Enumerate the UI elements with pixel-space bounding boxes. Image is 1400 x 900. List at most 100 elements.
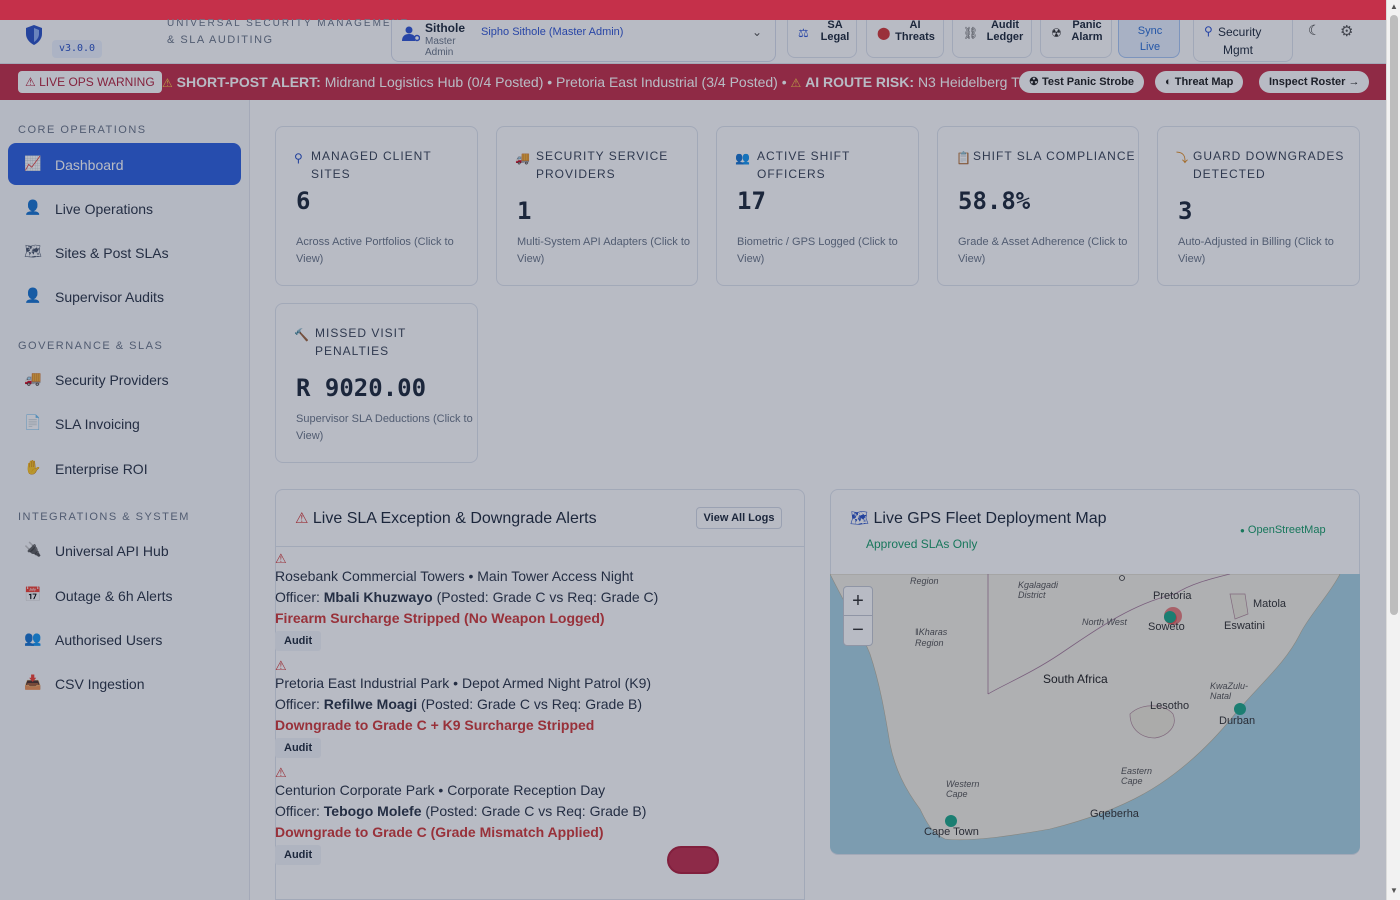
map-source-label: ● OpenStreetMap (1240, 524, 1326, 536)
map-label: KwaZulu-Natal (1210, 681, 1249, 701)
sidebar-item-csv-ingestion[interactable]: 📥 CSV Ingestion (8, 662, 241, 704)
alert-officer-line: Officer: Tebogo Molefe (Posted: Grade C … (275, 803, 647, 819)
inspect-roster-button[interactable]: Inspect Roster → (1259, 71, 1370, 93)
sidebar-item-label: Live Operations (55, 201, 154, 217)
card-value: 17 (737, 187, 766, 215)
card-value: 58.8% (958, 187, 1031, 215)
alerts-panel-title: ⚠ Live SLA Exception & Downgrade Alerts (295, 510, 597, 527)
threat-map-label: Threat Map (1174, 76, 1234, 88)
sidebar-item-api-hub[interactable]: 🔌 Universal API Hub (8, 529, 241, 571)
alert-issue: Firearm Surcharge Stripped (No Weapon Lo… (275, 610, 605, 626)
card-note: Multi-System API Adapters (Click to View… (517, 236, 690, 265)
gear-icon[interactable]: ⚙ (1340, 22, 1353, 40)
location-pin-icon: ⚲ (1204, 24, 1213, 38)
sync-live-button[interactable]: Sync Live (1118, 20, 1180, 58)
card-value: 6 (296, 187, 311, 215)
file-import-icon: 📥 (24, 674, 42, 690)
ai-threats-label: AI Threats (895, 19, 935, 43)
brand-line-2: & SLA AUDITING (167, 34, 274, 46)
map-zoom-control: + − (843, 586, 873, 646)
map-label: Durban (1219, 715, 1256, 727)
calendar-alert-icon: 📅 (24, 586, 42, 602)
sidebar-item-enterprise-roi[interactable]: ✋ Enterprise ROI (8, 447, 241, 489)
truck-icon: 🚚 (24, 370, 42, 386)
live-ops-banner: ⚠ LIVE OPS WARNING ⚠ SHORT-POST ALERT: M… (0, 64, 1386, 100)
globe-icon: ◐ (1165, 76, 1172, 88)
clipboard-check-icon: 📋 (956, 151, 972, 165)
map-label: North West (1082, 617, 1127, 627)
audit-button[interactable]: Audit (275, 738, 322, 758)
security-mgmt-button[interactable]: ⚲ Security Mgmt (1193, 20, 1293, 62)
map-label: Eswatini (1224, 620, 1265, 632)
vertical-scrollbar[interactable]: ▲ ▼ (1386, 0, 1400, 900)
map-icon: 🗺 (850, 510, 870, 527)
map-label: ǁKharas Region (915, 627, 948, 648)
alert-ticker: ⚠ SHORT-POST ALERT: Midrand Logistics Hu… (162, 74, 1085, 90)
panel-divider (276, 546, 804, 547)
threat-map-button[interactable]: ◐ Threat Map (1155, 71, 1244, 93)
users-icon: 👥 (24, 630, 42, 646)
card-title: ⚲ MANAGED CLIENT SITES (294, 149, 432, 181)
status-dot-icon: ● (1240, 526, 1245, 535)
sidebar-item-label: CSV Ingestion (55, 676, 145, 692)
card-title: 👥 ACTIVE SHIFT OFFICERS (735, 149, 851, 181)
card-missed-visit-penalties[interactable]: 🔨 MISSED VISIT PENALTIES R 9020.00 Super… (275, 303, 478, 463)
scrollbar-thumb[interactable] (1390, 15, 1398, 615)
view-all-logs-button[interactable]: View All Logs (696, 507, 782, 529)
card-title: 🚚 SECURITY SERVICE PROVIDERS (515, 149, 669, 181)
map-label: Western Cape (946, 779, 980, 799)
sidebar-item-outage-alerts[interactable]: 📅 Outage & 6h Alerts (8, 574, 241, 616)
audit-button[interactable]: Audit (275, 631, 322, 651)
warning-icon: ⚠ (275, 765, 287, 780)
scales-icon: ⚖ (798, 26, 809, 40)
sidebar-item-security-providers[interactable]: 🚚 Security Providers (8, 358, 241, 400)
user-switcher[interactable]: Sithole Master Admin Sipho Sithole (Mast… (391, 20, 776, 62)
sa-legal-button[interactable]: ⚖ SA Legal (787, 19, 857, 58)
map-label: Lesotho (1150, 700, 1190, 712)
zoom-in-button[interactable]: + (844, 587, 872, 616)
test-panic-strobe-button[interactable]: ☢ Test Panic Strobe (1019, 71, 1145, 93)
arrow-down-icon: ⤵ (1176, 151, 1190, 165)
scroll-up-arrow-icon[interactable]: ▲ (1390, 2, 1398, 11)
moon-icon[interactable]: ☾ (1308, 22, 1321, 39)
sidebar-item-live-operations[interactable]: 👤 Live Operations (8, 187, 241, 229)
floating-action-button[interactable] (667, 846, 719, 874)
audit-button[interactable]: Audit (275, 845, 322, 865)
panic-alarm-button[interactable]: ☢ Panic Alarm (1040, 19, 1112, 58)
alert-officer-line: Officer: Refilwe Moagi (Posted: Grade C … (275, 696, 642, 712)
sidebar-item-sla-invoicing[interactable]: 📄 SLA Invoicing (8, 402, 241, 444)
scroll-down-arrow-icon[interactable]: ▼ (1390, 886, 1398, 895)
card-security-service-providers[interactable]: 🚚 SECURITY SERVICE PROVIDERS 1 Multi-Sys… (496, 126, 698, 286)
alert-issue: Downgrade to Grade C (Grade Mismatch App… (275, 824, 604, 840)
sidebar-item-sites[interactable]: 🗺 Sites & Post SLAs (8, 231, 241, 273)
sa-legal-label: SA Legal (820, 19, 850, 43)
card-title: ⤵ GUARD DOWNGRADES DETECTED (1176, 149, 1345, 181)
security-mgmt-label: Security Mgmt (1218, 25, 1262, 57)
link-icon: ⛓ (963, 26, 979, 40)
live-ops-badge: ⚠ LIVE OPS WARNING (18, 71, 162, 93)
ai-threats-button[interactable]: ⬤ AI Threats (866, 19, 944, 58)
card-managed-client-sites[interactable]: ⚲ MANAGED CLIENT SITES 6 Across Active P… (275, 126, 478, 286)
alert-issue: Downgrade to Grade C + K9 Surcharge Stri… (275, 717, 595, 733)
sidebar-item-dashboard[interactable]: 📈 Dashboard (8, 143, 241, 185)
zoom-out-button[interactable]: − (844, 616, 872, 645)
audit-ledger-button[interactable]: ⛓ Audit Ledger (952, 19, 1032, 58)
invoice-icon: 📄 (24, 414, 42, 430)
alert-officer-line: Officer: Mbali Khuzwayo (Posted: Grade C… (275, 589, 659, 605)
alert-site: Pretoria East Industrial Park • Depot Ar… (275, 675, 652, 691)
warning-icon: ⚠ (275, 551, 287, 566)
card-note: Grade & Asset Adherence (Click to View) (958, 236, 1128, 265)
card-shift-sla-compliance[interactable]: 📋 SHIFT SLA COMPLIANCE 58.8% Grade & Ass… (937, 126, 1139, 286)
sidebar-item-label: SLA Invoicing (55, 416, 140, 432)
user-select-value[interactable]: Sipho Sithole (Master Admin) (481, 26, 623, 38)
card-guard-downgrades[interactable]: ⤵ GUARD DOWNGRADES DETECTED 3 Auto-Adjus… (1157, 126, 1360, 286)
chevron-down-icon[interactable]: ⌄ (752, 25, 762, 39)
sidebar-item-authorised-users[interactable]: 👥 Authorised Users (8, 618, 241, 660)
sidebar-item-label: Authorised Users (55, 632, 163, 648)
radiation-icon: ☢ (1029, 76, 1039, 88)
card-active-shift-officers[interactable]: 👥 ACTIVE SHIFT OFFICERS 17 Biometric / G… (716, 126, 919, 286)
sidebar-item-supervisor-audits[interactable]: 👤 Supervisor Audits (8, 275, 241, 317)
officer-name: Tebogo Molefe (323, 803, 422, 819)
sidebar: CORE OPERATIONS 📈 Dashboard 👤 Live Opera… (0, 100, 250, 900)
sidebar-item-label: Universal API Hub (55, 543, 169, 559)
